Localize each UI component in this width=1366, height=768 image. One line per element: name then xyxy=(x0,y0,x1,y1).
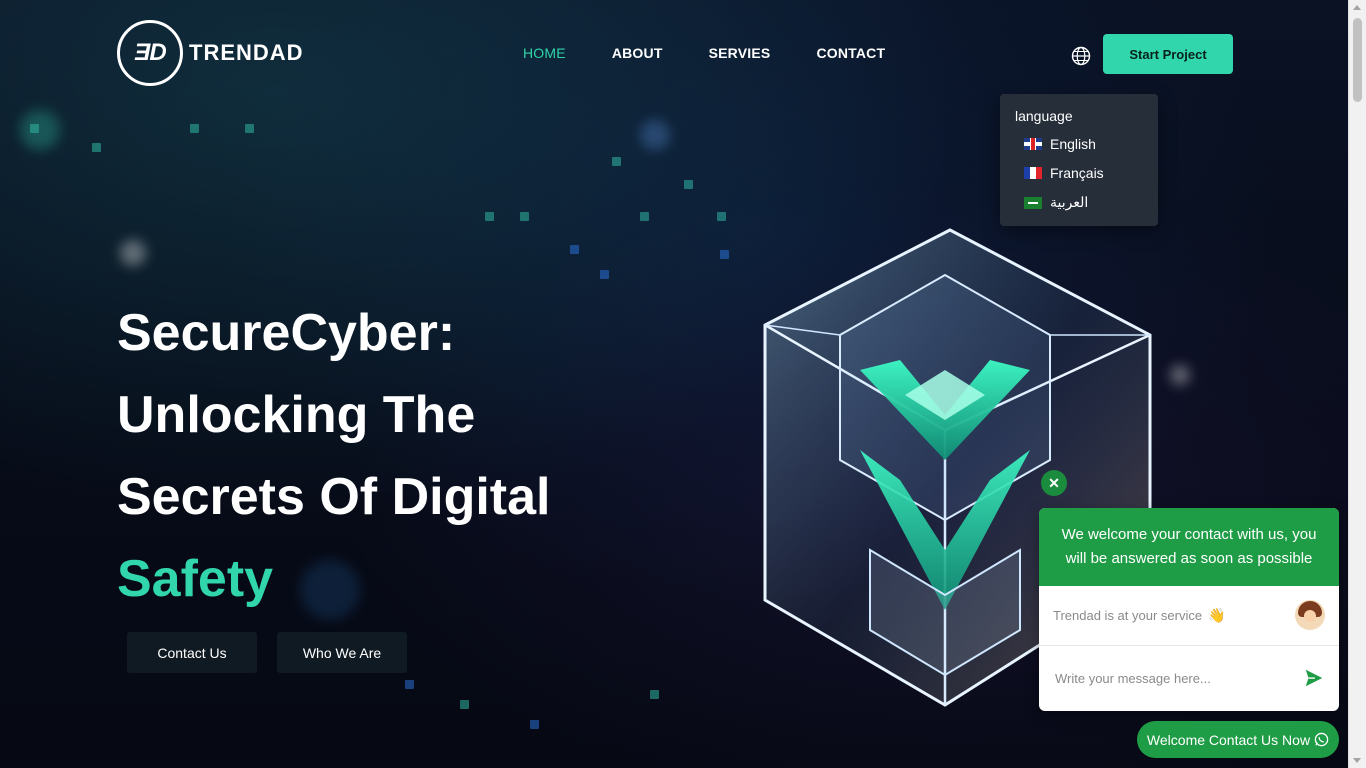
language-option-french[interactable]: Français xyxy=(1024,165,1104,181)
hero-headline-line-3: Secrets Of Digital xyxy=(117,468,551,526)
start-project-button[interactable]: Start Project xyxy=(1103,34,1233,74)
bokeh-light xyxy=(1170,365,1190,385)
logo-mark: ƎD xyxy=(117,20,183,86)
data-dot xyxy=(650,690,659,699)
nav-item-contact[interactable]: CONTACT xyxy=(816,45,885,61)
data-dot xyxy=(405,680,414,689)
bokeh-light xyxy=(120,240,146,266)
whatsapp-contact-label: Welcome Contact Us Now xyxy=(1146,731,1311,748)
saudi-flag-icon xyxy=(1024,196,1042,209)
whatsapp-contact-button[interactable]: Welcome Contact Us Now xyxy=(1137,721,1339,758)
hero-headline-line-2: Unlocking The xyxy=(117,386,476,444)
language-menu-title: language xyxy=(1015,108,1073,124)
data-dot xyxy=(684,180,693,189)
chat-message-input[interactable] xyxy=(1053,669,1303,687)
main-nav: HOME ABOUT SERVIES CONTACT xyxy=(523,45,885,61)
bokeh-light xyxy=(20,110,60,150)
data-dot xyxy=(570,245,579,254)
data-dot xyxy=(612,157,621,166)
data-dot xyxy=(530,720,539,729)
data-dot xyxy=(190,124,199,133)
bokeh-light xyxy=(640,120,670,150)
nav-item-services[interactable]: SERVIES xyxy=(709,45,771,61)
chat-close-icon[interactable]: ✕ xyxy=(1041,470,1067,496)
scrollbar-thumb[interactable] xyxy=(1353,18,1362,102)
hero-headline: SecureCyber: Unlocking The Secrets Of Di… xyxy=(117,292,717,620)
language-option-label: Français xyxy=(1050,165,1104,181)
data-dot xyxy=(92,143,101,152)
data-dot xyxy=(520,212,529,221)
chat-agent-row: Trendad is at your service 👋 xyxy=(1039,586,1339,646)
hero-headline-line-1: SecureCyber: xyxy=(117,304,456,362)
hero-headline-accent: Safety xyxy=(117,550,274,608)
language-option-label: English xyxy=(1050,136,1096,152)
page-scrollbar[interactable] xyxy=(1348,0,1366,768)
logo-text: TRENDAD xyxy=(189,40,304,65)
who-we-are-button[interactable]: Who We Are xyxy=(277,632,407,673)
nav-item-home[interactable]: HOME xyxy=(523,45,566,61)
waving-hand-icon: 👋 xyxy=(1208,607,1226,623)
france-flag-icon xyxy=(1024,167,1042,179)
language-dropdown: language English Français العربية xyxy=(1000,94,1158,226)
brand-logo[interactable]: ƎD TRENDAD xyxy=(117,20,304,86)
language-option-label: العربية xyxy=(1050,194,1089,210)
chat-input-row xyxy=(1039,646,1339,710)
data-dot xyxy=(30,124,39,133)
contact-us-button[interactable]: Contact Us xyxy=(127,632,257,673)
globe-icon[interactable] xyxy=(1071,46,1091,66)
whatsapp-icon xyxy=(1314,732,1329,747)
data-dot xyxy=(460,700,469,709)
scroll-up-arrow-icon[interactable] xyxy=(1353,5,1361,10)
language-option-arabic[interactable]: العربية xyxy=(1024,194,1088,211)
uk-flag-icon xyxy=(1024,138,1042,150)
data-dot xyxy=(245,124,254,133)
nav-item-about[interactable]: ABOUT xyxy=(612,45,663,61)
scroll-down-arrow-icon[interactable] xyxy=(1353,758,1361,763)
language-option-english[interactable]: English xyxy=(1024,136,1096,152)
send-icon[interactable] xyxy=(1303,667,1325,689)
agent-avatar xyxy=(1295,600,1325,630)
data-dot xyxy=(600,270,609,279)
data-dot xyxy=(717,212,726,221)
chat-welcome-message: We welcome your contact with us, you wil… xyxy=(1039,508,1339,586)
chat-agent-text: Trendad is at your service xyxy=(1053,608,1203,623)
data-dot xyxy=(485,212,494,221)
data-dot xyxy=(720,250,729,259)
chat-widget: We welcome your contact with us, you wil… xyxy=(1039,508,1339,711)
data-dot xyxy=(640,212,649,221)
